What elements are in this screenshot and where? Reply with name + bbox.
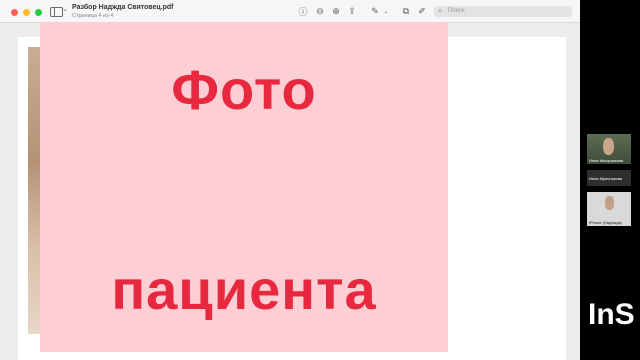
participant-video bbox=[605, 196, 614, 210]
placeholder-text-line2: пациента bbox=[111, 258, 377, 321]
search-placeholder: Поиск bbox=[448, 8, 465, 14]
participant-tile[interactable]: iPhone (Надежда) bbox=[587, 192, 631, 226]
page-indicator: Страница 4 из 4 bbox=[72, 13, 114, 19]
info-icon[interactable]: ⓘ bbox=[297, 5, 309, 17]
participant-name: Инна Мещерякова bbox=[589, 158, 624, 163]
participant-video bbox=[603, 138, 614, 155]
photo-placeholder: Фото пациента bbox=[40, 22, 448, 352]
search-field[interactable]: ⌕ Поиск bbox=[434, 6, 572, 17]
participant-tile[interactable]: Инна Мещерякова bbox=[587, 134, 631, 164]
participant-name: iPhone (Надежда) bbox=[589, 220, 623, 225]
document-title: Разбор Наджда Святовец.pdf bbox=[72, 4, 174, 11]
zoom-window-button[interactable] bbox=[35, 9, 42, 16]
participant-tile[interactable]: Инна Мрачникова bbox=[587, 170, 631, 186]
close-window-button[interactable] bbox=[11, 9, 18, 16]
placeholder-text-line1: Фото bbox=[171, 58, 317, 121]
participant-name: Инна Мрачникова bbox=[589, 176, 623, 181]
rotate-icon[interactable]: ⧉ bbox=[400, 5, 412, 17]
minimize-window-button[interactable] bbox=[23, 9, 30, 16]
markup-chevron-icon[interactable]: ⌄ bbox=[380, 5, 392, 17]
title-bar: ⌄ Разбор Наджда Святовец.pdf Страница 4 … bbox=[0, 0, 580, 23]
zoom-in-icon[interactable]: ⊕ bbox=[330, 5, 342, 17]
share-icon[interactable]: ⇪ bbox=[346, 5, 358, 17]
search-icon: ⌕ bbox=[438, 6, 443, 15]
chevron-down-icon[interactable]: ⌄ bbox=[62, 5, 68, 13]
watermark-logo: InS bbox=[588, 298, 635, 331]
pdf-viewer-window: ⌄ Разбор Наджда Святовец.pdf Страница 4 … bbox=[0, 0, 580, 360]
patient-photo-strip bbox=[28, 47, 40, 334]
zoom-out-icon[interactable]: ⊖ bbox=[314, 5, 326, 17]
annotate-icon[interactable]: ✐ bbox=[416, 5, 428, 17]
